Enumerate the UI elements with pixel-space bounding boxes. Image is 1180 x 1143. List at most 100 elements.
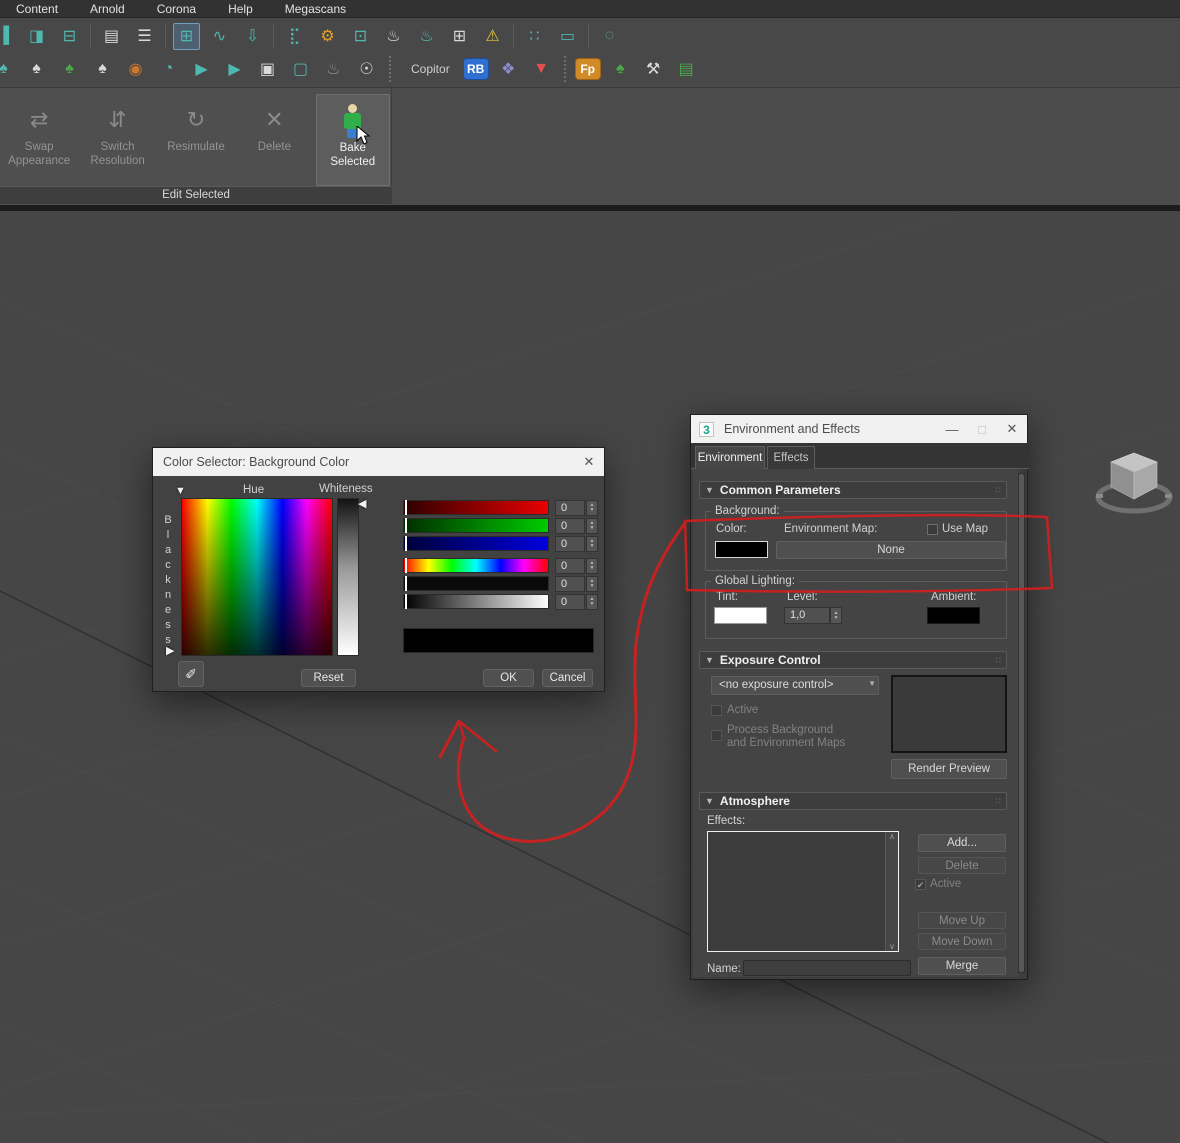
menu-help[interactable]: Help [212, 0, 269, 18]
viewcube[interactable] [1092, 447, 1176, 521]
color-selector-titlebar[interactable]: Color Selector: Background Color ✕ [153, 448, 604, 476]
hue-slider[interactable] [403, 558, 549, 573]
forest-pack-icon[interactable]: ♠ [607, 56, 634, 83]
eyedropper-button[interactable]: ✐ [178, 661, 204, 687]
process-background-checkbox[interactable] [711, 730, 722, 741]
download-icon[interactable]: ⇩ [239, 23, 266, 50]
align-layout-icon[interactable]: ⊟ [56, 23, 83, 50]
grid-window-icon[interactable]: ⊞ [173, 22, 200, 50]
blue-spinner[interactable]: ▲ ▼ [586, 536, 598, 552]
merge-button[interactable]: Merge [918, 957, 1006, 975]
exposure-control-rollout[interactable]: ▼ Exposure Control ∷ [699, 651, 1007, 669]
reset-button[interactable]: Reset [301, 669, 356, 687]
render-setup-icon[interactable]: ⊡ [347, 23, 374, 50]
sat-slider[interactable] [403, 576, 549, 591]
minimize-icon[interactable]: — [937, 415, 967, 443]
red-value[interactable]: 0 [555, 500, 585, 516]
red-arrow-icon[interactable]: ▼ [528, 56, 555, 83]
atmosphere-active-checkbox[interactable]: ✔ [915, 879, 926, 890]
dotted-circle-icon[interactable]: ◌ [596, 23, 623, 50]
tint-swatch[interactable] [714, 607, 767, 624]
menu-megascans[interactable]: Megascans [269, 0, 362, 18]
tab-environment[interactable]: Environment [695, 446, 765, 469]
delete-effect-button[interactable]: Delete [918, 857, 1006, 874]
cancel-button[interactable]: Cancel [542, 669, 593, 687]
teapot-flash-icon[interactable]: ♨ [380, 23, 407, 50]
value-slider[interactable] [403, 594, 549, 609]
hue-spinner[interactable]: ▲ ▼ [586, 558, 598, 574]
blue-value[interactable]: 0 [555, 536, 585, 552]
playback-window-icon[interactable]: ▶ [221, 56, 248, 83]
tree-icon[interactable]: ♠ [0, 56, 17, 83]
green-slider[interactable] [403, 518, 549, 533]
environment-scrollbar[interactable] [1018, 473, 1025, 973]
common-parameters-rollout[interactable]: ▼ Common Parameters ∷ [699, 481, 1007, 499]
camera-add-icon[interactable]: ▣ [254, 56, 281, 83]
green-list-icon[interactable]: ▤ [673, 56, 700, 83]
level-spinner[interactable]: ▲ ▼ [830, 607, 842, 624]
ok-button[interactable]: OK [483, 669, 534, 687]
effects-listbox[interactable]: ∧ ∨ [707, 831, 899, 952]
blackness-marker-icon[interactable]: ▶ [166, 644, 174, 657]
play-pane-icon[interactable]: ▶ [188, 56, 215, 83]
tab-effects[interactable]: Effects [767, 446, 815, 469]
delete-button[interactable]: ✕ Delete [237, 94, 311, 186]
whiteness-strip[interactable] [337, 498, 359, 656]
maximize-icon[interactable]: □ [967, 415, 997, 443]
effects-list-scrollbar[interactable]: ∧ ∨ [885, 832, 898, 951]
render-preview-button[interactable]: Render Preview [891, 759, 1007, 779]
mirror-icon[interactable]: ◨ [23, 23, 50, 50]
slide-compare-icon[interactable]: ▐ [0, 23, 17, 50]
whiteness-marker-icon[interactable]: ◀ [358, 497, 366, 510]
ambient-swatch[interactable] [927, 607, 980, 624]
close-icon[interactable]: ✕ [574, 448, 604, 476]
red-slider[interactable] [403, 500, 549, 515]
tree-list-icon[interactable]: ♠ [23, 56, 50, 83]
environment-titlebar[interactable]: 3 Environment and Effects — □ ✕ [691, 415, 1027, 443]
exposure-active-checkbox[interactable] [711, 705, 722, 716]
move-down-button[interactable]: Move Down [918, 933, 1006, 950]
use-map-checkbox[interactable] [927, 524, 938, 535]
hue-marker-icon[interactable]: ▼ [175, 485, 186, 497]
menu-corona[interactable]: Corona [141, 0, 212, 18]
teapot-gear-icon[interactable]: ⚙ [314, 23, 341, 50]
red-spinner[interactable]: ▲ ▼ [586, 500, 598, 516]
background-color-swatch[interactable] [715, 541, 768, 558]
value-value[interactable]: 0 [555, 594, 585, 610]
frame-icon[interactable]: ▢ [287, 56, 314, 83]
snap-links-icon[interactable]: ⣏ [281, 23, 308, 50]
channel-windows-icon[interactable]: ⊞ [446, 23, 473, 50]
exposure-control-dropdown[interactable]: <no exposure control> ▼ [711, 676, 879, 695]
warning-icon[interactable]: ⚠ [479, 23, 506, 50]
grid-array-icon[interactable]: ∷ [521, 23, 548, 50]
measure-ruler-icon[interactable]: ▭ [554, 23, 581, 50]
teapot-cloud-icon[interactable]: ♨ [413, 23, 440, 50]
sat-spinner[interactable]: ▲ ▼ [586, 576, 598, 592]
add-effect-button[interactable]: Add... [918, 834, 1006, 852]
diamond-grid-icon[interactable]: ❖ [495, 56, 522, 83]
close-icon[interactable]: ✕ [997, 415, 1027, 443]
table-list-icon[interactable]: ▤ [98, 23, 125, 50]
green-value[interactable]: 0 [555, 518, 585, 534]
environment-map-none-button[interactable]: None [776, 541, 1006, 559]
bake-selected-button[interactable]: Bake Selected [315, 94, 390, 186]
layer-stack-icon[interactable]: ☰ [131, 23, 158, 50]
swap-appearance-button[interactable]: ⇄ Swap Appearance [2, 94, 76, 186]
forest-icon[interactable]: ♠ [56, 56, 83, 83]
tree-card-icon[interactable]: ♠ [89, 56, 116, 83]
scroll-up-icon[interactable]: ∧ [889, 832, 895, 841]
tools-icon[interactable]: ⚒ [640, 56, 667, 83]
corona-swirl-icon[interactable]: ◉ [122, 56, 149, 83]
blue-slider[interactable] [403, 536, 549, 551]
name-input[interactable] [743, 960, 911, 976]
switch-resolution-button[interactable]: ⇵ Switch Resolution [81, 94, 155, 186]
level-value[interactable]: 1,0 [784, 607, 830, 624]
value-spinner[interactable]: ▲ ▼ [586, 594, 598, 610]
pie-copy-icon[interactable]: ◔ [155, 56, 182, 83]
fp-badge-icon[interactable]: Fp [574, 58, 601, 80]
scroll-down-icon[interactable]: ∨ [889, 942, 895, 951]
hue-blackness-gradient[interactable] [181, 498, 333, 656]
curve-editor-icon[interactable]: ∿ [206, 23, 233, 50]
rb-badge-icon[interactable]: RB [462, 58, 489, 80]
menu-arnold[interactable]: Arnold [74, 0, 141, 18]
